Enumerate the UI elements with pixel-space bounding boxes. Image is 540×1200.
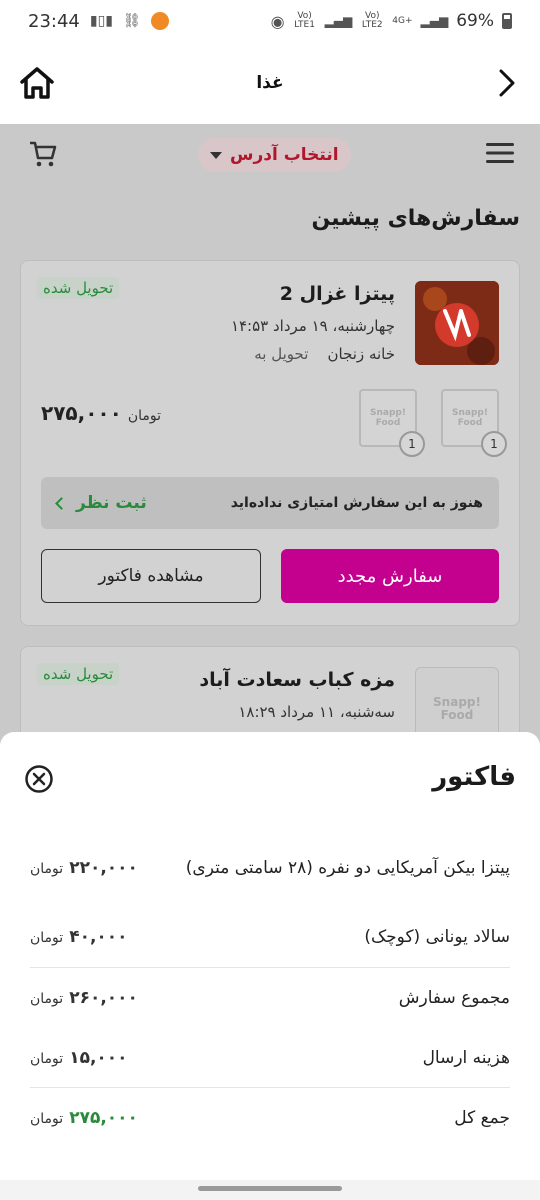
order-price-value: ۲۷۵,۰۰۰ <box>41 401 122 425</box>
delivery-prefix: تحویل به <box>254 345 309 363</box>
address-selector-label: انتخاب آدرس <box>230 145 339 165</box>
hamburger-menu-icon[interactable] <box>486 142 514 164</box>
chevron-left-icon <box>55 496 68 510</box>
invoice-title: فاکتور <box>432 762 516 792</box>
address-selector[interactable]: انتخاب آدرس <box>198 138 351 172</box>
invoice-delivery-fee-label: هزینه ارسال <box>422 1047 510 1068</box>
invoice-amount-unit: تومان <box>30 1050 64 1067</box>
restaurant-name: پیتزا غزال 2 <box>279 283 395 305</box>
close-icon[interactable] <box>24 764 54 794</box>
battery-icon <box>502 13 512 29</box>
battery-percent: 69% <box>456 11 494 31</box>
invoice-subtotal-label: مجموع سفارش <box>398 988 510 1008</box>
invoice-rows: تومان ۲۲۰,۰۰۰ پیتزا بیکن آمریکایی دو نفر… <box>30 830 510 1148</box>
snappfood-logo-placeholder: Snapp! Food <box>433 695 481 722</box>
top-nav: انتخاب آدرس <box>0 124 540 184</box>
sim1-label: Vo) LTE1 <box>294 11 315 30</box>
status-badge: تحویل شده <box>37 663 120 685</box>
status-badge: تحویل شده <box>37 277 120 299</box>
order-item-thumbnail: Snapp! Food 1 <box>441 389 507 457</box>
notification-icon <box>150 12 169 30</box>
invoice-amount-value: ۲۲۰,۰۰۰ <box>69 858 138 878</box>
invoice-sheet: فاکتور تومان ۲۲۰,۰۰۰ پیتزا بیکن آمریکایی… <box>0 732 540 1180</box>
invoice-amount-value: ۱۵,۰۰۰ <box>69 1047 128 1068</box>
order-datetime: چهارشنبه، ۱۹ مرداد ۱۴:۵۳ <box>230 317 395 335</box>
network-type: 4G+ <box>392 15 413 26</box>
hotspot-icon: ◉ <box>270 11 285 31</box>
view-invoice-button[interactable]: مشاهده فاکتور <box>41 549 261 603</box>
order-price: ۲۷۵,۰۰۰ تومان <box>41 401 161 425</box>
clock: 23:44 <box>28 10 80 32</box>
link-icon: ⛓ <box>123 13 141 29</box>
order-price-unit: تومان <box>127 408 162 424</box>
reorder-button[interactable]: سفارش مجدد <box>281 549 499 603</box>
home-gesture-handle[interactable] <box>198 1186 342 1191</box>
restaurant-thumbnail[interactable] <box>415 281 499 365</box>
page-title: غذا <box>256 73 284 93</box>
invoice-amount-unit: تومان <box>30 991 64 1007</box>
invoice-amount-value: ۲۶۰,۰۰۰ <box>69 988 138 1008</box>
invoice-amount-value: ۴۰,۰۰۰ <box>69 926 128 947</box>
invoice-row: تومان ۱۵,۰۰۰ هزینه ارسال <box>30 1028 510 1088</box>
invoice-amount: تومان ۴۰,۰۰۰ <box>30 927 128 947</box>
invoice-row: تومان ۲۶۰,۰۰۰ مجموع سفارش <box>30 968 510 1028</box>
rate-order-button[interactable]: ثبت نظر <box>55 493 147 513</box>
invoice-amount: تومان ۲۶۰,۰۰۰ <box>30 988 138 1008</box>
sim2-label: Vo) LTE2 <box>361 11 383 30</box>
invoice-amount: تومان ۲۷۵,۰۰۰ <box>30 1108 138 1128</box>
sim1-signal-icon: ▂▄▆ <box>324 14 353 28</box>
order-item-thumbnail: Snapp! Food 1 <box>359 389 425 457</box>
rate-order-label: ثبت نظر <box>76 493 147 513</box>
order-card: پیتزا غزال 2 چهارشنبه، ۱۹ مرداد ۱۴:۵۳ خا… <box>20 260 520 626</box>
restaurant-name: مزه کباب سعادت آباد <box>199 669 395 691</box>
invoice-row: تومان ۴۰,۰۰۰ سالاد یونانی (کوچک) <box>30 906 510 968</box>
rating-prompt[interactable]: ثبت نظر هنوز به این سفارش امتیازی نداده‌… <box>41 477 499 529</box>
invoice-item-name: سالاد یونانی (کوچک) <box>364 926 510 947</box>
invoice-row: تومان ۲۷۵,۰۰۰ جمع کل <box>30 1088 510 1148</box>
invoice-amount-unit: تومان <box>30 929 64 946</box>
cart-icon[interactable] <box>28 140 58 168</box>
invoice-total-value: ۲۷۵,۰۰۰ <box>69 1108 138 1128</box>
signal-bars-icon: ▮▯▮ <box>89 13 113 29</box>
sim2-signal-icon: ▂▄▆ <box>420 14 449 28</box>
status-bar: 23:44 ▮▯▮ ⛓ ◉ Vo) LTE1 ▂▄▆ Vo) LTE2 4G+ … <box>0 0 540 42</box>
invoice-amount: تومان ۲۲۰,۰۰۰ <box>30 858 138 878</box>
item-quantity-badge: 1 <box>481 431 507 457</box>
caret-down-icon <box>210 151 222 159</box>
system-nav-bar <box>0 1180 540 1200</box>
invoice-amount-unit: تومان <box>30 861 64 877</box>
home-icon[interactable] <box>18 64 56 102</box>
item-quantity-badge: 1 <box>399 431 425 457</box>
restaurant-logo-icon <box>415 281 499 365</box>
rating-message: هنوز به این سفارش امتیازی نداده‌اید <box>230 495 483 511</box>
app-header: غذا <box>0 42 540 124</box>
section-title: سفارش‌های پیشین <box>311 206 521 231</box>
invoice-item-name: پیتزا بیکن آمریکایی دو نفره (۲۸ سامتی مت… <box>185 858 510 878</box>
back-arrow-icon[interactable] <box>496 68 518 98</box>
delivery-place: خانه زنجان <box>327 345 395 363</box>
invoice-total-label: جمع کل <box>454 1108 510 1128</box>
invoice-row: تومان ۲۲۰,۰۰۰ پیتزا بیکن آمریکایی دو نفر… <box>30 830 510 906</box>
order-datetime: سه‌شنبه، ۱۱ مرداد ۱۸:۲۹ <box>238 703 395 721</box>
invoice-amount: تومان ۱۵,۰۰۰ <box>30 1048 128 1068</box>
delivery-info: خانه زنجان تحویل به <box>254 345 395 363</box>
invoice-amount-unit: تومان <box>30 1111 64 1127</box>
